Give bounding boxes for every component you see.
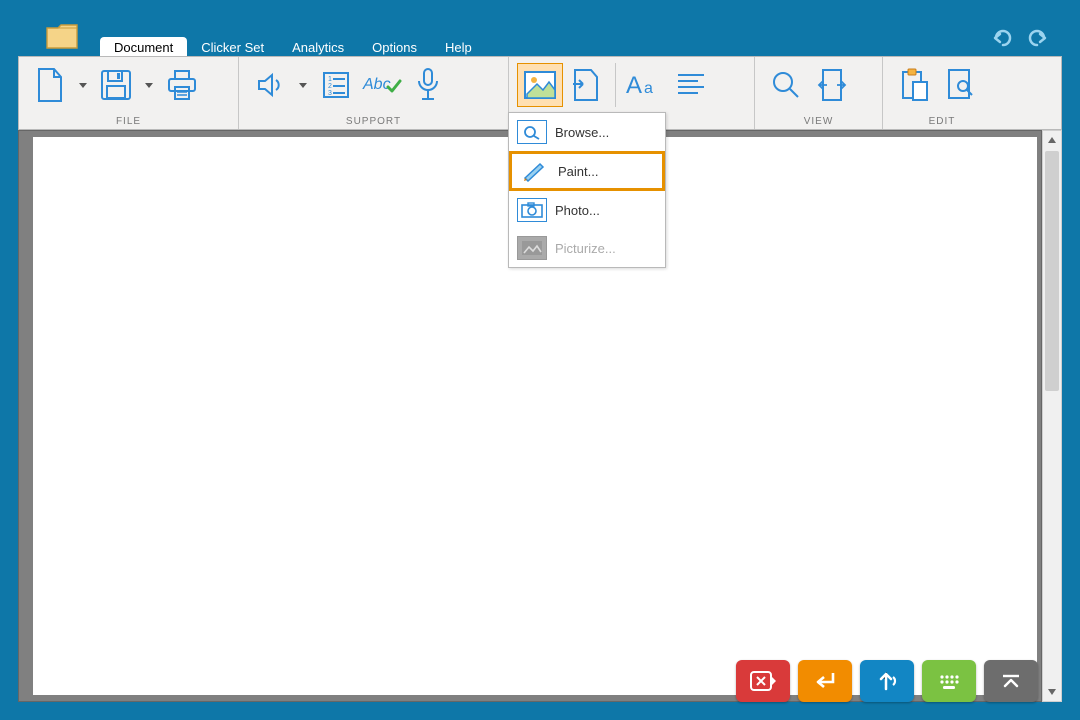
scroll-up-button[interactable] xyxy=(1043,131,1061,149)
svg-text:2: 2 xyxy=(328,83,332,90)
scroll-down-button[interactable] xyxy=(1043,683,1061,701)
picturize-icon xyxy=(517,236,547,260)
menu-tabs: Document Clicker Set Analytics Options H… xyxy=(100,34,486,56)
tab-clicker-set[interactable]: Clicker Set xyxy=(187,37,278,56)
dropdown-label: Browse... xyxy=(555,125,609,140)
paste-button[interactable] xyxy=(891,63,937,107)
dropdown-label: Paint... xyxy=(558,164,598,179)
group-view: VIEW xyxy=(755,57,883,129)
new-document-dropdown[interactable] xyxy=(73,63,93,107)
insert-picture-dropdown: Browse... Paint... Photo... Picturize... xyxy=(508,112,666,268)
speaker-button[interactable] xyxy=(247,63,293,107)
group-file: FILE xyxy=(19,57,239,129)
zoom-button[interactable] xyxy=(763,63,809,107)
svg-text:1: 1 xyxy=(328,76,332,83)
font-button[interactable]: Aa xyxy=(622,63,668,107)
delete-button[interactable] xyxy=(736,660,790,702)
scroll-thumb[interactable] xyxy=(1045,151,1059,391)
svg-text:a: a xyxy=(644,80,653,97)
enter-button[interactable] xyxy=(798,660,852,702)
dropdown-item-photo[interactable]: Photo... xyxy=(509,191,665,229)
dropdown-item-picturize: Picturize... xyxy=(509,229,665,267)
dropdown-label: Picturize... xyxy=(555,241,616,256)
group-label-support: SUPPORT xyxy=(239,116,508,127)
action-bar xyxy=(736,660,1038,702)
tab-options[interactable]: Options xyxy=(358,37,431,56)
print-button[interactable] xyxy=(159,63,205,107)
app-folder-icon[interactable] xyxy=(46,22,78,50)
new-document-button[interactable] xyxy=(27,63,73,107)
svg-text:3: 3 xyxy=(328,90,332,97)
tab-help[interactable]: Help xyxy=(431,37,486,56)
undo-redo-group xyxy=(990,26,1050,55)
dropdown-label: Photo... xyxy=(555,203,600,218)
tab-analytics[interactable]: Analytics xyxy=(278,37,358,56)
keyboard-button[interactable] xyxy=(922,660,976,702)
dropdown-item-paint[interactable]: Paint... xyxy=(509,151,665,191)
redo-button[interactable] xyxy=(1026,26,1050,55)
group-label-edit: EDIT xyxy=(883,116,1001,127)
spellcheck-button[interactable]: Abc xyxy=(359,63,405,107)
speaker-dropdown[interactable] xyxy=(293,63,313,107)
microphone-button[interactable] xyxy=(405,63,451,107)
tab-document[interactable]: Document xyxy=(100,37,187,56)
paint-icon xyxy=(520,159,550,183)
undo-button[interactable] xyxy=(990,26,1014,55)
find-button[interactable] xyxy=(937,63,983,107)
photo-icon xyxy=(517,198,547,222)
title-bar: Document Clicker Set Analytics Options H… xyxy=(0,0,1080,56)
svg-text:A: A xyxy=(626,72,642,99)
speak-button[interactable] xyxy=(860,660,914,702)
collapse-button[interactable] xyxy=(984,660,1038,702)
svg-text:Abc: Abc xyxy=(362,76,391,93)
page-width-button[interactable] xyxy=(809,63,855,107)
insert-picture-button[interactable] xyxy=(517,63,563,107)
divider xyxy=(615,63,616,107)
align-button[interactable] xyxy=(668,63,714,107)
browse-icon xyxy=(517,120,547,144)
group-support: 123 Abc SUPPORT xyxy=(239,57,509,129)
list-button[interactable]: 123 xyxy=(313,63,359,107)
group-label-view: VIEW xyxy=(755,116,882,127)
text-page-button[interactable] xyxy=(563,63,609,107)
save-button[interactable] xyxy=(93,63,139,107)
dropdown-item-browse[interactable]: Browse... xyxy=(509,113,665,151)
save-dropdown[interactable] xyxy=(139,63,159,107)
vertical-scrollbar[interactable] xyxy=(1042,130,1062,702)
group-edit: EDIT xyxy=(883,57,1001,129)
group-label-file: FILE xyxy=(19,116,238,127)
